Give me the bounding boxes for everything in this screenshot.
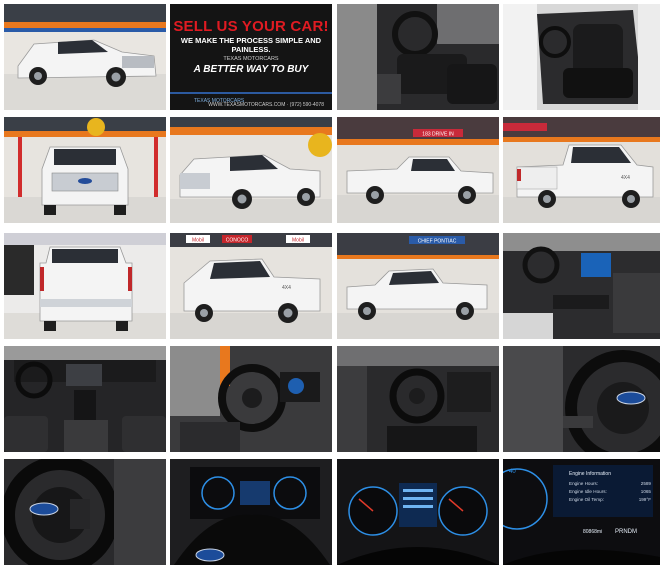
instrument-cluster-photo: [337, 459, 499, 565]
photo-tile-9[interactable]: [4, 233, 166, 339]
photo-tile-19[interactable]: [337, 459, 499, 565]
promo-headline: SELL US YOUR CAR!: [173, 18, 329, 35]
truck-front-three-quarter-photo: [170, 117, 332, 223]
photo-tile-11[interactable]: CHIEF PONTIAC: [337, 233, 499, 339]
steering-wheel-side-photo: [170, 346, 332, 452]
ford-steering-wheel-photo: [4, 459, 166, 565]
photo-tile-6[interactable]: [170, 117, 332, 223]
sign-mobil-2: Mobil: [292, 238, 304, 244]
sign-conoco: CONOCO: [226, 238, 249, 244]
truck-side-profile-photo: 183 DRIVE IN: [337, 117, 499, 223]
interior-seats-door-open-photo: [503, 4, 660, 110]
cluster-row-2-value: 1065: [641, 489, 652, 494]
cluster-row-1-label: Engine Hours:: [569, 481, 598, 486]
badge-4x4: 4X4: [621, 175, 630, 181]
truck-rear-photo: [4, 233, 166, 339]
promo-contact: WWW.TEXASMOTORCARS.COM · (972) 590-4078: [208, 102, 324, 108]
interior-full-dashboard-photo: [4, 346, 166, 452]
odometer: 80868mi: [583, 529, 602, 535]
photo-tile-12[interactable]: [503, 233, 660, 339]
truck-rear-three-quarter-photo: 4X4: [503, 117, 660, 223]
promo-stripe: [170, 92, 332, 94]
photo-tile-16[interactable]: [503, 346, 660, 452]
photo-tile-7[interactable]: 183 DRIVE IN: [337, 117, 499, 223]
photo-tile-10[interactable]: CONOCO Mobil Mobil 4X4: [170, 233, 332, 339]
photo-tile-15[interactable]: [337, 346, 499, 452]
photo-tile-20[interactable]: 40 Engine Information Engine Hours: 2589…: [503, 459, 660, 565]
photo-tile-1[interactable]: [4, 4, 166, 110]
interior-dashboard-screen-photo: [503, 233, 660, 339]
photo-tile-18[interactable]: [170, 459, 332, 565]
interior-driver-side-photo: [337, 4, 499, 110]
photo-tile-3[interactable]: [337, 4, 499, 110]
sign-mobil-1: Mobil: [192, 238, 204, 244]
cluster-row-3-label: Engine Oil Temp:: [569, 497, 604, 502]
instrument-cluster-wheel-photo: [170, 459, 332, 565]
sign-pontiac: CHIEF PONTIAC: [418, 239, 457, 245]
photo-tile-4[interactable]: [503, 4, 660, 110]
promo-tile-sell-your-car[interactable]: SELL US YOUR CAR! WE MAKE THE PROCESS SI…: [170, 4, 332, 110]
photo-tile-8[interactable]: 4X4: [503, 117, 660, 223]
truck-side-showroom-photo: CHIEF PONTIAC: [337, 233, 499, 339]
truck-rear-angle-showroom-photo: CONOCO Mobil Mobil 4X4: [170, 233, 332, 339]
engine-information-display-photo: 40 Engine Information Engine Hours: 2589…: [503, 459, 660, 565]
truck-front-photo: [4, 117, 166, 223]
steering-wheel-closeup-photo: [503, 346, 660, 452]
photo-tile-5[interactable]: [4, 117, 166, 223]
photo-tile-13[interactable]: [4, 346, 166, 452]
promo-tagline: A BETTER WAY TO BUY: [193, 64, 309, 75]
svg-text:40: 40: [509, 469, 516, 475]
promo-subline: WE MAKE THE PROCESS SIMPLE AND PAINLESS.: [180, 36, 322, 54]
cluster-row-2-label: Engine Idle Hours:: [569, 489, 607, 494]
promo-brand-small: TEXAS MOTORCARS: [223, 56, 279, 62]
cluster-title: Engine Information: [569, 471, 611, 477]
photo-tile-14[interactable]: [170, 346, 332, 452]
badge-4x4-2: 4X4: [282, 285, 291, 291]
sign-drive-in: 183 DRIVE IN: [422, 132, 454, 138]
cluster-row-1-value: 2589: [641, 481, 652, 486]
photo-tile-17[interactable]: [4, 459, 166, 565]
gear-indicator: PRNDM: [615, 529, 637, 535]
interior-driver-dash-photo: [337, 346, 499, 452]
truck-front-angle-photo: [4, 4, 166, 110]
cluster-row-3-value: 199°F: [639, 497, 652, 502]
photo-gallery-grid: SELL US YOUR CAR! WE MAKE THE PROCESS SI…: [0, 0, 660, 567]
